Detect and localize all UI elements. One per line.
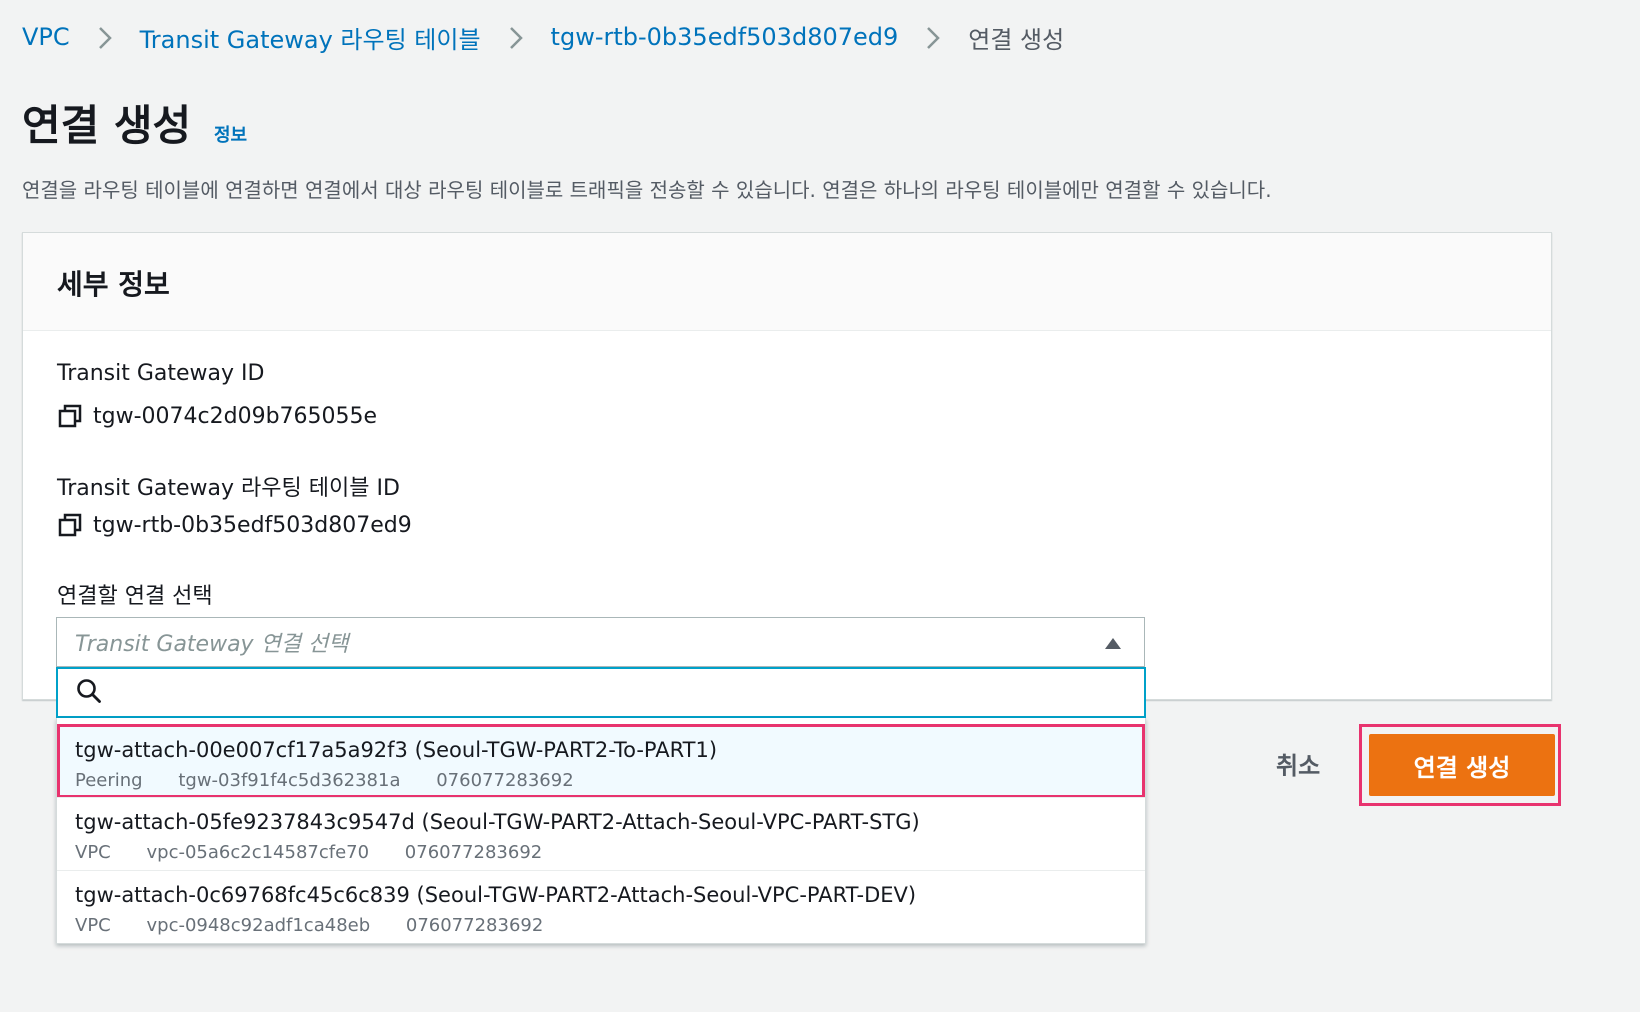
select-placeholder: Transit Gateway 연결 선택 <box>75 632 349 657</box>
cancel-button[interactable]: 취소 <box>1276 746 1320 781</box>
option-title: tgw-attach-0c69768fc45c6c839 (Seoul-TGW-… <box>75 883 917 907</box>
list-item[interactable]: tgw-attach-0c69768fc45c6c839 (Seoul-TGW-… <box>57 870 1145 944</box>
create-association-button[interactable]: 연결 생성 <box>1369 734 1555 796</box>
option-type: Peering <box>75 770 143 791</box>
list-item[interactable]: tgw-attach-00e007cf17a5a92f3 (Seoul-TGW-… <box>57 724 1145 798</box>
chevron-right-icon <box>898 23 968 51</box>
option-type: VPC <box>75 842 111 863</box>
breadcrumb-route-tables[interactable]: Transit Gateway 라우팅 테이블 <box>140 20 481 55</box>
option-meta: VPC vpc-05a6c2c14587cfe70 076077283692 <box>75 842 572 863</box>
copy-icon[interactable] <box>57 403 83 429</box>
breadcrumb-vpc[interactable]: VPC <box>22 23 70 51</box>
option-resource-id: tgw-03f91f4c5d362381a <box>178 770 401 791</box>
tgw-id-label: Transit Gateway ID <box>57 361 265 386</box>
panel-title: 세부 정보 <box>57 268 170 301</box>
option-account-id: 076077283692 <box>404 842 543 863</box>
rtb-id-value-row: tgw-rtb-0b35edf503d807ed9 <box>57 512 412 538</box>
option-resource-id: vpc-05a6c2c14587cfe70 <box>146 842 370 863</box>
option-title: tgw-attach-00e007cf17a5a92f3 (Seoul-TGW-… <box>75 738 718 762</box>
option-account-id: 076077283692 <box>405 915 544 936</box>
tgw-id-value: tgw-0074c2d09b765055e <box>93 403 378 429</box>
option-meta: VPC vpc-0948c92adf1ca48eb 076077283692 <box>75 915 573 936</box>
attachment-select[interactable]: Transit Gateway 연결 선택 <box>56 617 1145 667</box>
page-description: 연결을 라우팅 테이블에 연결하면 연결에서 대상 라우팅 테이블로 트래픽을 … <box>22 178 1272 202</box>
chevron-right-icon <box>70 23 140 51</box>
breadcrumb-current: 연결 생성 <box>968 25 1065 54</box>
attachment-search-box <box>56 667 1146 718</box>
tgw-id-value-row: tgw-0074c2d09b765055e <box>57 403 377 429</box>
option-resource-id: vpc-0948c92adf1ca48eb <box>146 915 371 936</box>
info-link[interactable]: 정보 <box>214 121 247 147</box>
caret-up-icon <box>1104 635 1122 654</box>
breadcrumb: VPC Transit Gateway 라우팅 테이블 tgw-rtb-0b35… <box>22 18 1064 56</box>
list-item[interactable]: tgw-attach-05fe9237843c9547d (Seoul-TGW-… <box>57 797 1145 871</box>
panel-header <box>23 233 1551 331</box>
option-title: tgw-attach-05fe9237843c9547d (Seoul-TGW-… <box>75 810 920 834</box>
copy-icon[interactable] <box>57 512 83 538</box>
attachment-dropdown-list: tgw-attach-00e007cf17a5a92f3 (Seoul-TGW-… <box>56 718 1146 944</box>
search-icon <box>76 678 102 708</box>
page-title: 연결 생성 <box>22 101 192 150</box>
option-account-id: 076077283692 <box>436 770 574 791</box>
rtb-id-label: Transit Gateway 라우팅 테이블 ID <box>57 476 400 501</box>
chevron-right-icon <box>481 23 551 51</box>
attachment-search-input[interactable] <box>112 671 1144 714</box>
option-meta: Peering tgw-03f91f4c5d362381a 0760772836… <box>75 770 604 791</box>
attachment-select-label: 연결할 연결 선택 <box>57 584 213 609</box>
breadcrumb-route-table-id[interactable]: tgw-rtb-0b35edf503d807ed9 <box>551 23 899 51</box>
rtb-id-value: tgw-rtb-0b35edf503d807ed9 <box>93 512 412 538</box>
option-type: VPC <box>75 915 111 936</box>
